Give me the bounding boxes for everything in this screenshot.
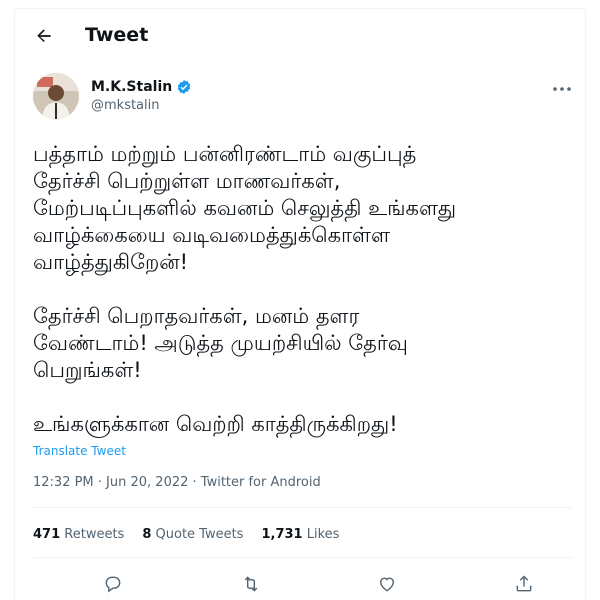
page-header: Tweet	[15, 9, 585, 63]
quote-tweets-count: 8	[142, 527, 152, 542]
arrow-left-icon	[37, 29, 51, 42]
tweet-line: வாழ்க்கையை வடிவமைத்துக்கொள்ள	[33, 223, 390, 247]
likes-label: Likes	[306, 527, 340, 542]
divider	[33, 507, 573, 508]
page-title: Tweet	[85, 24, 149, 46]
like-icon	[380, 577, 394, 592]
tweet-line: பெறுங்கள்!	[33, 358, 142, 382]
tweet-stats: 471 Retweets 8 Quote Tweets 1,731 Likes	[33, 527, 357, 542]
likes-stat[interactable]: 1,731 Likes	[261, 527, 339, 542]
tweet-line: வாழ்த்துகிறேன்!	[33, 250, 189, 274]
tweet-actions	[33, 569, 573, 599]
share-icon	[516, 575, 532, 592]
tweet-author: M.K.Stalin @mkstalin	[33, 73, 573, 129]
tweet-text: பத்தாம் மற்றும் பன்னிரண்டாம் வகுப்புத் த…	[33, 141, 573, 465]
retweets-count: 471	[33, 527, 61, 542]
tweet-paragraph-2: தேர்ச்சி பெறாதவர்கள், மனம் தளர வேண்டாம்!…	[33, 303, 573, 384]
more-options-button[interactable]	[551, 79, 573, 99]
avatar[interactable]	[33, 73, 79, 119]
tweet-paragraph-3: உங்களுக்கான வெற்றி காத்திருக்கிறது!	[33, 411, 573, 438]
retweets-stat[interactable]: 471 Retweets	[33, 527, 124, 542]
share-button[interactable]	[509, 569, 539, 599]
tweet-line: தேர்ச்சி பெறாதவர்கள், மனம் தளர	[33, 304, 360, 328]
back-button[interactable]	[31, 23, 57, 49]
tweet-paragraph-1: பத்தாம் மற்றும் பன்னிரண்டாம் வகுப்புத் த…	[33, 141, 573, 276]
verified-badge-icon	[177, 80, 191, 94]
quote-tweets-stat[interactable]: 8 Quote Tweets	[142, 527, 243, 542]
translate-tweet-link[interactable]: Translate Tweet	[33, 444, 126, 458]
tweet-line: பத்தாம் மற்றும் பன்னிரண்டாம் வகுப்புத்	[33, 142, 417, 166]
likes-count: 1,731	[261, 527, 303, 542]
tweet-line: தேர்ச்சி பெற்றுள்ள மாணவர்கள்,	[33, 169, 341, 193]
retweets-label: Retweets	[64, 527, 125, 542]
reply-button[interactable]	[98, 569, 128, 599]
display-name[interactable]: M.K.Stalin	[91, 79, 172, 95]
like-button[interactable]	[372, 569, 402, 599]
quote-tweets-label: Quote Tweets	[155, 527, 244, 542]
tweet-detail-panel: Tweet M.K.Stalin @mkstalin பத்தாம் மற்று…	[14, 8, 586, 600]
tweet-line: மேற்படிப்புகளில் கவனம் செலுத்தி உங்களது	[33, 196, 457, 220]
tweet-timestamp[interactable]: 12:32 PM · Jun 20, 2022 · Twitter for An…	[33, 475, 321, 490]
divider	[33, 557, 573, 558]
reply-icon	[105, 576, 121, 593]
retweet-button[interactable]	[236, 569, 266, 599]
tweet-line: உங்களுக்கான வெற்றி காத்திருக்கிறது!	[33, 412, 398, 436]
more-horizontal-icon	[553, 87, 571, 91]
retweet-icon	[244, 576, 258, 592]
author-names: M.K.Stalin @mkstalin	[91, 79, 192, 113]
author-handle[interactable]: @mkstalin	[91, 98, 192, 113]
tweet-line: வேண்டாம்! அடுத்த முயற்சியில் தேர்வு	[33, 331, 408, 355]
